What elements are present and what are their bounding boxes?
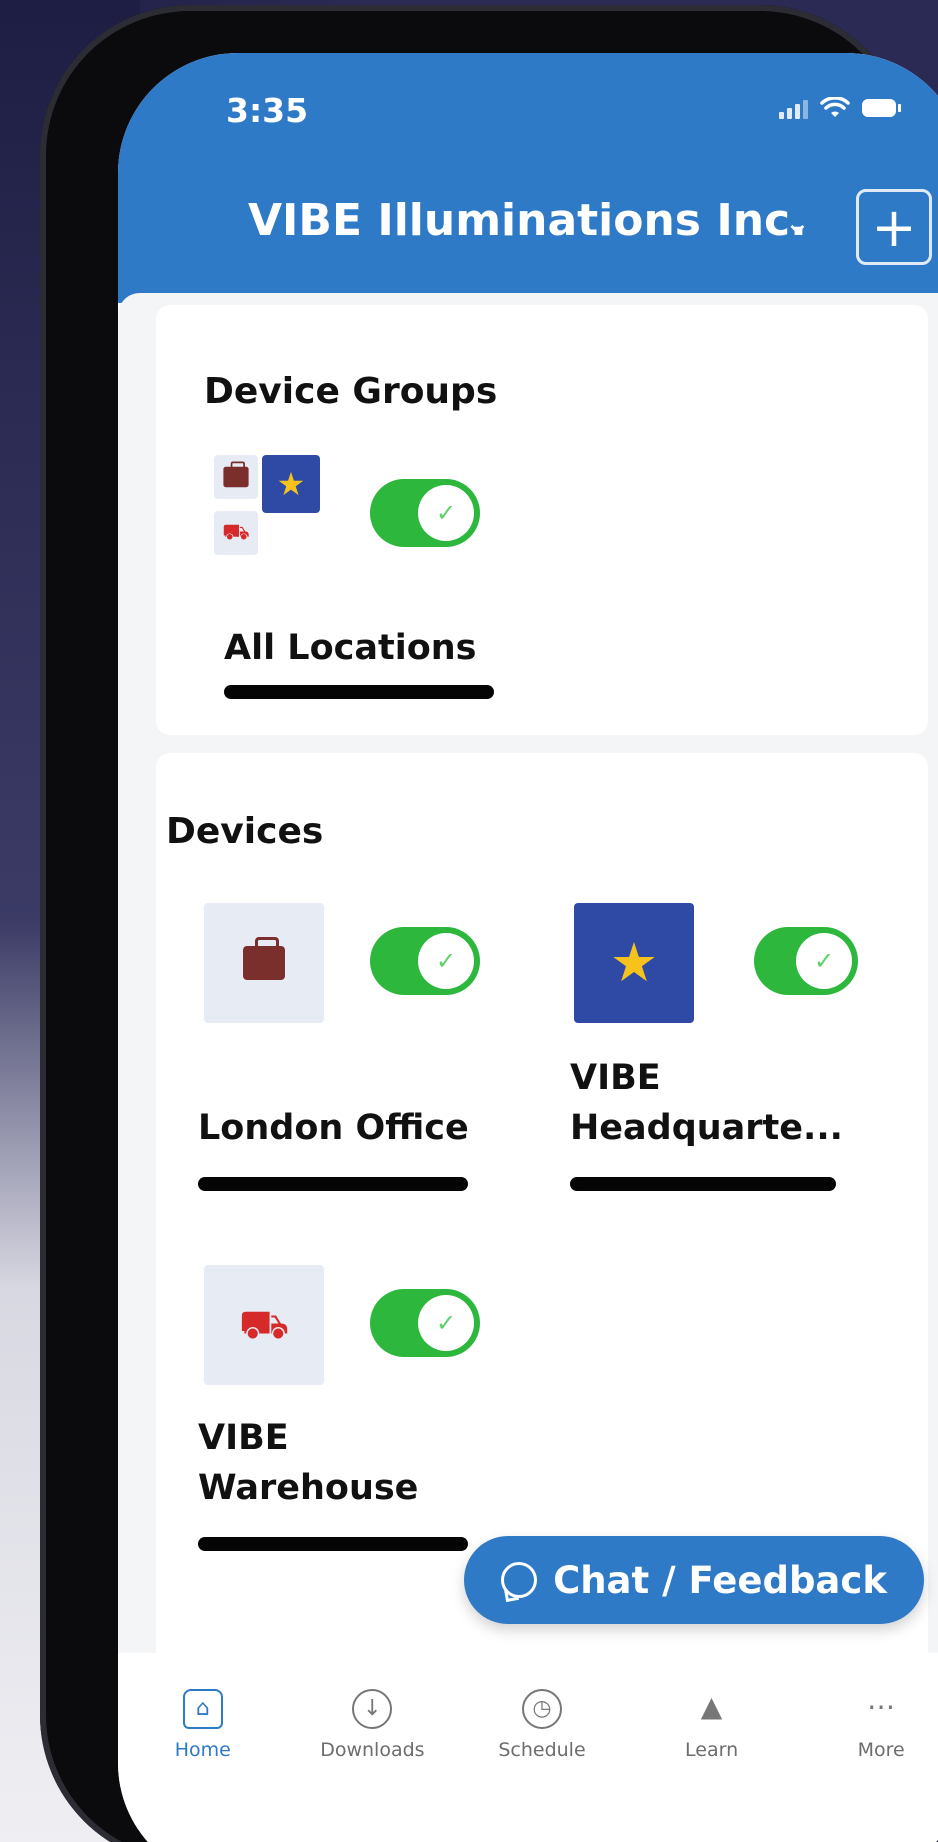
chat-feedback-label: Chat / Feedback bbox=[553, 1558, 887, 1602]
cellular-signal-icon bbox=[779, 97, 808, 119]
tab-home-label: Home bbox=[174, 1739, 231, 1761]
check-icon: ✓ bbox=[418, 1295, 474, 1351]
tab-more[interactable]: ⋯ More bbox=[806, 1689, 938, 1761]
tab-home[interactable]: ⌂ Home bbox=[128, 1689, 278, 1761]
tab-learn-label: Learn bbox=[685, 1739, 739, 1761]
chevron-down-icon[interactable]: ⌄ bbox=[784, 203, 811, 241]
device-name-warehouse-line2[interactable]: Warehouse bbox=[198, 1463, 418, 1513]
chat-bubble-icon bbox=[501, 1562, 538, 1598]
london-office-toggle[interactable]: ✓ bbox=[370, 927, 480, 995]
devices-title: Devices bbox=[166, 811, 324, 852]
device-groups-card: Device Groups ★ ⛟ ✓ All Locations bbox=[156, 305, 928, 735]
group-toggle[interactable]: ✓ bbox=[370, 479, 480, 547]
download-icon: ↓ bbox=[352, 1689, 393, 1729]
app-header: 3:35 VIBE Illuminations Inc. ⌄ + bbox=[118, 53, 938, 303]
truck-icon[interactable]: ⛟ bbox=[204, 1265, 324, 1385]
device-groups-title: Device Groups bbox=[204, 371, 498, 412]
bottom-tab-bar: ⌂ Home ↓ Downloads ◷ Schedule ▲ Learn ⋯ … bbox=[118, 1653, 938, 1829]
truck-icon: ⛟ bbox=[214, 511, 258, 555]
check-icon: ✓ bbox=[418, 485, 474, 541]
graduation-cap-icon: ▲ bbox=[700, 1690, 723, 1723]
briefcase-icon bbox=[214, 455, 258, 499]
group-name[interactable]: All Locations bbox=[224, 623, 477, 673]
device-name-warehouse-line1[interactable]: VIBE bbox=[198, 1413, 289, 1463]
wifi-icon bbox=[820, 97, 850, 117]
device-name-headquarters-line2[interactable]: Headquarte... bbox=[570, 1103, 843, 1153]
group-thumbnail-collage[interactable]: ★ ⛟ bbox=[214, 455, 334, 575]
check-icon: ✓ bbox=[796, 933, 852, 989]
home-icon: ⌂ bbox=[182, 1689, 223, 1729]
main-content: Device Groups ★ ⛟ ✓ All Locations Device… bbox=[118, 293, 938, 1733]
warehouse-toggle[interactable]: ✓ bbox=[370, 1289, 480, 1357]
briefcase-icon[interactable] bbox=[204, 903, 324, 1023]
london-office-bar bbox=[198, 1177, 468, 1191]
schedule-icon: ◷ bbox=[521, 1689, 562, 1729]
device-name-london-office[interactable]: London Office bbox=[198, 1103, 469, 1153]
tab-schedule-label: Schedule bbox=[498, 1739, 586, 1761]
tab-more-label: More bbox=[857, 1739, 905, 1761]
headquarters-toggle[interactable]: ✓ bbox=[754, 927, 858, 995]
star-icon: ★ bbox=[262, 455, 320, 513]
chat-feedback-button[interactable]: Chat / Feedback bbox=[464, 1536, 924, 1624]
phone-frame: 3:35 VIBE Illuminations Inc. ⌄ + Device … bbox=[40, 5, 938, 1842]
organization-name[interactable]: VIBE Illuminations Inc. bbox=[248, 195, 807, 246]
tab-downloads-label: Downloads bbox=[320, 1739, 425, 1761]
group-progress-bar bbox=[224, 685, 494, 699]
headquarters-bar bbox=[570, 1177, 836, 1191]
add-button[interactable]: + bbox=[856, 189, 932, 265]
battery-icon bbox=[862, 99, 901, 117]
more-icon: ⋯ bbox=[867, 1690, 896, 1723]
star-icon[interactable]: ★ bbox=[574, 903, 694, 1023]
check-icon: ✓ bbox=[418, 933, 474, 989]
device-name-headquarters-line1[interactable]: VIBE bbox=[570, 1053, 661, 1103]
tab-downloads[interactable]: ↓ Downloads bbox=[297, 1689, 447, 1761]
status-icons bbox=[779, 97, 901, 119]
status-time: 3:35 bbox=[226, 91, 309, 130]
app-screen: 3:35 VIBE Illuminations Inc. ⌄ + Device … bbox=[118, 53, 938, 1842]
warehouse-bar bbox=[198, 1537, 468, 1551]
tab-schedule[interactable]: ◷ Schedule bbox=[467, 1689, 617, 1761]
tab-learn[interactable]: ▲ Learn bbox=[637, 1689, 787, 1761]
